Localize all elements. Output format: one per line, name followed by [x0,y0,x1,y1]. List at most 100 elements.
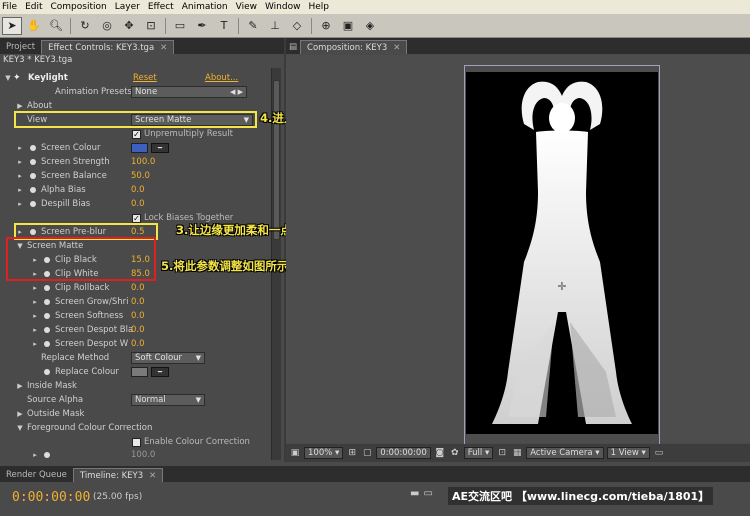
tab-timeline[interactable]: Timeline: KEY3 ✕ [72,468,164,482]
rotate-tool-icon[interactable]: ↻ [75,17,95,35]
screen-despot-white-value[interactable]: 0.0 [131,339,145,349]
menu-layer[interactable]: Layer [111,2,144,12]
expand-triangle-icon[interactable]: ▸ [31,298,39,306]
collapse-triangle-icon[interactable]: ▼ [16,424,24,432]
clip-rollback-value[interactable]: 0.0 [131,283,145,293]
collapse-triangle-icon[interactable]: ▼ [4,74,12,82]
comp-button-icon[interactable]: ▬ [410,488,419,499]
expand-triangle-icon[interactable]: ▸ [31,451,39,459]
expand-triangle-icon[interactable]: ▶ [16,382,24,390]
snapshot-icon[interactable]: ◙ [434,447,446,459]
screen-colour-swatch[interactable] [131,143,148,153]
timecode-field[interactable]: 0:00:00:00 [376,447,431,459]
expand-triangle-icon[interactable]: ▸ [31,326,39,334]
menu-effect[interactable]: Effect [144,2,178,12]
timeline-timecode[interactable]: 0:00:00:00 [12,490,90,505]
tab-render-queue[interactable]: Render Queue [0,468,73,482]
transparency-grid-icon[interactable]: ▦ [511,447,523,459]
expand-triangle-icon[interactable]: ▸ [31,340,39,348]
stopwatch-icon[interactable] [44,341,50,347]
track-xy-icon[interactable]: ✥ [119,17,139,35]
expand-triangle-icon[interactable]: ▸ [31,312,39,320]
inside-mask-group[interactable]: ▶ Inside Mask [0,379,270,393]
region-of-interest-icon[interactable]: ⊡ [496,447,508,459]
lock-biases-checkbox[interactable]: ✓ [132,213,141,223]
replace-colour-swatch[interactable] [131,367,148,377]
screen-despot-black-value[interactable]: 0.0 [131,325,145,335]
stopwatch-icon[interactable] [44,313,50,319]
matte-preview[interactable]: ✛ [466,72,658,434]
fx-icon[interactable]: ✦ [13,73,21,83]
about-link[interactable]: About... [205,73,238,83]
unpremultiply-checkbox[interactable]: ✓ [132,129,141,139]
menu-composition[interactable]: Composition [47,2,111,12]
expand-triangle-icon[interactable]: ▸ [16,172,24,180]
animation-presets-dropdown[interactable]: None ◀ ▶ [131,86,247,98]
stopwatch-icon[interactable] [30,187,36,193]
menu-help[interactable]: Help [304,2,333,12]
menu-edit[interactable]: Edit [21,2,46,12]
stopwatch-icon[interactable] [30,201,36,207]
screen-softness-value[interactable]: 0.0 [131,311,145,321]
saturation-value[interactable]: 100.0 [131,450,155,460]
stopwatch-icon[interactable] [30,145,36,151]
alpha-bias-value[interactable]: 0.0 [131,185,145,195]
zoom-tool-icon[interactable]: 🔍︎ [46,17,66,35]
axis-mode-icon[interactable]: ⊕ [316,17,336,35]
despill-bias-value[interactable]: 0.0 [131,199,145,209]
pen-tool-icon[interactable]: ✒ [192,17,212,35]
clone-stamp-icon[interactable]: ⊥ [265,17,285,35]
draft-3d-icon[interactable]: ▭ [423,488,432,499]
menu-file[interactable]: File [0,2,21,12]
menu-window[interactable]: Window [261,2,305,12]
eyedropper-icon[interactable]: ━ [151,367,169,377]
menu-view[interactable]: View [232,2,261,12]
eraser-icon[interactable]: ◇ [287,17,307,35]
fast-previews-icon[interactable]: ▭ [653,447,665,459]
stopwatch-icon[interactable] [44,285,50,291]
selection-tool-icon[interactable]: ➤ [2,16,22,35]
stopwatch-icon[interactable] [44,369,50,375]
screen-balance-value[interactable]: 50.0 [131,171,150,181]
close-icon[interactable]: ✕ [160,43,167,53]
eyedropper-icon[interactable]: ━ [151,143,169,153]
tab-effect-controls[interactable]: Effect Controls: KEY3.tga ✕ [41,40,175,54]
safe-zones-icon[interactable]: ⊞ [346,447,358,459]
zoom-dropdown[interactable]: 100% ▾ [304,447,344,459]
screen-grow-value[interactable]: 0.0 [131,297,145,307]
enable-cc-checkbox[interactable] [132,437,141,447]
scrollbar-thumb[interactable] [273,80,280,240]
screen-strength-value[interactable]: 100.0 [131,157,155,167]
reset-link[interactable]: Reset [133,73,157,83]
stopwatch-icon[interactable] [30,173,36,179]
camera-dropdown[interactable]: Active Camera ▾ [526,447,604,459]
always-preview-icon[interactable]: ▣ [289,447,301,459]
tab-project[interactable]: Project [0,40,41,54]
lock-icon[interactable]: ▤ [286,40,300,54]
resolution-dropdown[interactable]: Full ▾ [463,447,494,459]
view-axis-icon[interactable]: ◈ [360,17,380,35]
track-z-icon[interactable]: ⊡ [141,17,161,35]
expand-triangle-icon[interactable]: ▸ [16,158,24,166]
grid-icon[interactable]: ▢ [361,447,373,459]
expand-triangle-icon[interactable]: ▶ [16,102,24,110]
world-axis-icon[interactable]: ▣ [338,17,358,35]
orbit-camera-icon[interactable]: ◎ [97,17,117,35]
expand-triangle-icon[interactable]: ▶ [16,410,24,418]
brush-tool-icon[interactable]: ✎ [243,17,263,35]
expand-triangle-icon[interactable]: ▸ [16,186,24,194]
rectangle-mask-icon[interactable]: ▭ [170,17,190,35]
views-dropdown[interactable]: 1 View ▾ [606,447,650,459]
stopwatch-icon[interactable] [44,327,50,333]
close-icon[interactable]: ✕ [149,471,156,481]
expand-triangle-icon[interactable]: ▸ [16,144,24,152]
expand-triangle-icon[interactable]: ▸ [16,200,24,208]
type-tool-icon[interactable]: T [214,17,234,35]
menu-animation[interactable]: Animation [178,2,232,12]
replace-method-dropdown[interactable]: Soft Colour ▼ [131,352,205,364]
expand-triangle-icon[interactable]: ▸ [31,284,39,292]
hand-tool-icon[interactable]: ✋ [24,17,44,35]
fg-colour-correction-group[interactable]: ▼ Foreground Colour Correction [0,421,270,435]
source-alpha-dropdown[interactable]: Normal ▼ [131,394,205,406]
stopwatch-icon[interactable] [30,159,36,165]
